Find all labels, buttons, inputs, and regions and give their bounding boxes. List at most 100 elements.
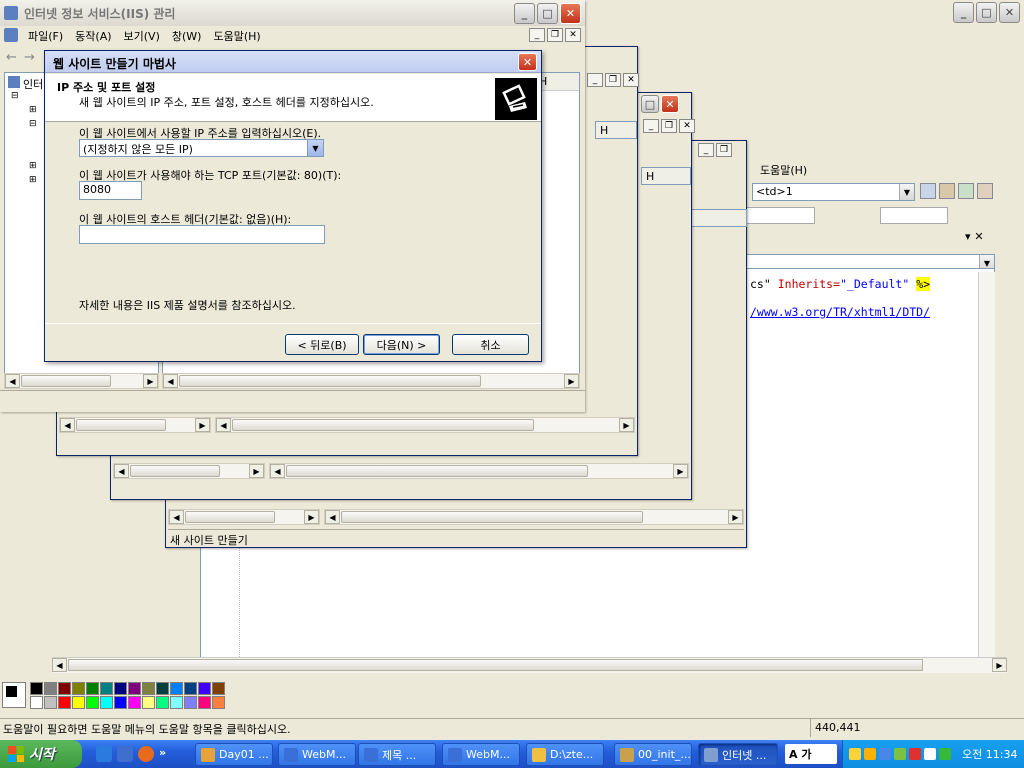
color-swatch[interactable]	[114, 696, 127, 709]
scroll-left-icon[interactable]: ◀	[5, 374, 20, 388]
forward-arrow-icon[interactable]: →	[24, 50, 35, 65]
horizontal-scrollbar[interactable]: ◀ ▶	[168, 509, 320, 525]
column-header[interactable]: H	[646, 170, 654, 183]
start-button[interactable]: 시작	[0, 740, 82, 768]
menu-action[interactable]: 동작(A)	[69, 26, 117, 46]
scroll-thumb[interactable]	[341, 511, 643, 523]
scroll-right-icon[interactable]: ▶	[619, 418, 634, 432]
taskbar-button[interactable]: 인터넷 ...	[698, 743, 778, 766]
horizontal-scrollbar[interactable]: ◀ ▶	[162, 373, 580, 389]
tray-icon[interactable]	[894, 748, 906, 760]
expand-icon[interactable]: ⊞	[29, 175, 37, 185]
vertical-scrollbar[interactable]	[978, 272, 995, 662]
toolbar-icon[interactable]	[977, 183, 993, 199]
color-swatch[interactable]	[170, 682, 183, 695]
menu-file[interactable]: 파일(F)	[22, 26, 69, 46]
scroll-right-icon[interactable]: ▶	[249, 464, 264, 478]
tcp-port-input[interactable]: 8080	[79, 181, 142, 200]
color-swatch[interactable]	[100, 682, 113, 695]
color-swatch[interactable]	[44, 696, 57, 709]
color-swatch[interactable]	[72, 696, 85, 709]
code-link[interactable]: /www.w3.org/TR/xhtml1/DTD/	[750, 305, 930, 319]
expand-icon[interactable]: ⊞	[29, 105, 37, 115]
color-swatch[interactable]	[86, 696, 99, 709]
horizontal-scrollbar[interactable]: ◀ ▶	[59, 417, 211, 433]
color-swatch[interactable]	[44, 682, 57, 695]
close-button[interactable]: ✕	[518, 53, 537, 71]
horizontal-scrollbar[interactable]: ◀ ▶	[324, 509, 744, 525]
color-swatch[interactable]	[156, 696, 169, 709]
scroll-thumb[interactable]	[68, 659, 923, 671]
tray-icon[interactable]	[924, 748, 936, 760]
tray-icon[interactable]	[849, 748, 861, 760]
chevron-down-icon[interactable]: ▼	[899, 184, 914, 200]
scroll-right-icon[interactable]: ▶	[992, 658, 1007, 672]
desktop-icon[interactable]	[117, 746, 133, 762]
tray-icon[interactable]	[879, 748, 891, 760]
minimize-button[interactable]: _	[514, 3, 535, 24]
color-swatch[interactable]	[142, 696, 155, 709]
expand-icon[interactable]: ⊞	[29, 161, 37, 171]
host-header-input[interactable]	[79, 225, 325, 244]
restore-button[interactable]: ❐	[661, 119, 677, 133]
scroll-right-icon[interactable]: ▶	[673, 464, 688, 478]
horizontal-scrollbar[interactable]: ◀ ▶	[269, 463, 689, 479]
toolbar-icon[interactable]	[939, 183, 955, 199]
minimize-button[interactable]: _	[587, 73, 603, 87]
scroll-left-icon[interactable]: ◀	[325, 510, 340, 524]
font-combo[interactable]	[745, 207, 815, 224]
pane-close-icon[interactable]: ▾ ✕	[965, 230, 984, 243]
firefox-icon[interactable]	[138, 746, 154, 762]
horizontal-scrollbar[interactable]: ◀ ▶	[52, 657, 1007, 673]
more-icon[interactable]: »	[159, 746, 166, 762]
clock[interactable]: 오전 11:34	[962, 746, 1017, 762]
tag-selector-combo[interactable]: <td>1 ▼	[752, 183, 915, 201]
scroll-right-icon[interactable]: ▶	[195, 418, 210, 432]
color-swatch[interactable]	[198, 696, 211, 709]
scroll-thumb[interactable]	[232, 419, 534, 431]
scroll-right-icon[interactable]: ▶	[728, 510, 743, 524]
color-swatch[interactable]	[142, 682, 155, 695]
tray-icon[interactable]	[909, 748, 921, 760]
scroll-right-icon[interactable]: ▶	[143, 374, 158, 388]
maximize-button[interactable]: □	[537, 3, 558, 24]
color-swatch[interactable]	[86, 682, 99, 695]
color-swatch[interactable]	[30, 696, 43, 709]
taskbar-button[interactable]: 제목 ...	[358, 743, 436, 766]
color-swatch[interactable]	[212, 696, 225, 709]
scroll-thumb[interactable]	[21, 375, 111, 387]
close-button[interactable]: ✕	[999, 2, 1020, 23]
color-swatch[interactable]	[184, 682, 197, 695]
minimize-button[interactable]: _	[529, 28, 545, 42]
scroll-right-icon[interactable]: ▶	[564, 374, 579, 388]
close-button[interactable]: ✕	[661, 95, 679, 113]
color-swatch[interactable]	[72, 682, 85, 695]
menu-help[interactable]: 도움말(H)	[207, 26, 266, 46]
tray-icon[interactable]	[939, 748, 951, 760]
menu-view[interactable]: 보기(V)	[118, 26, 166, 46]
scroll-left-icon[interactable]: ◀	[52, 658, 67, 672]
taskbar-button[interactable]: WebM...	[278, 743, 356, 766]
taskbar-button[interactable]: Day01 ...	[195, 743, 273, 766]
restore-button[interactable]: ❐	[716, 143, 732, 157]
color-swatch[interactable]	[58, 696, 71, 709]
next-button[interactable]: 다음(N) >	[363, 334, 440, 355]
scroll-left-icon[interactable]: ◀	[60, 418, 75, 432]
taskbar-button[interactable]: 00_init_...	[614, 743, 692, 766]
scroll-right-icon[interactable]: ▶	[304, 510, 319, 524]
horizontal-scrollbar[interactable]: ◀ ▶	[4, 373, 159, 389]
menu-help[interactable]: 도움말(H)	[760, 162, 807, 178]
expand-icon[interactable]: ⊟	[11, 91, 19, 101]
ie-icon[interactable]	[96, 746, 112, 762]
scroll-left-icon[interactable]: ◀	[163, 374, 178, 388]
column-header[interactable]: H	[600, 124, 608, 137]
back-button[interactable]: < 뒤로(B)	[285, 334, 359, 355]
toolbar-icon[interactable]	[958, 183, 974, 199]
restore-button[interactable]: ❐	[547, 28, 563, 42]
scroll-thumb[interactable]	[130, 465, 220, 477]
color-swatch[interactable]	[184, 696, 197, 709]
scroll-left-icon[interactable]: ◀	[216, 418, 231, 432]
close-icon[interactable]: ✕	[679, 119, 695, 133]
horizontal-scrollbar[interactable]: ◀ ▶	[215, 417, 635, 433]
minimize-button[interactable]: _	[953, 2, 974, 23]
